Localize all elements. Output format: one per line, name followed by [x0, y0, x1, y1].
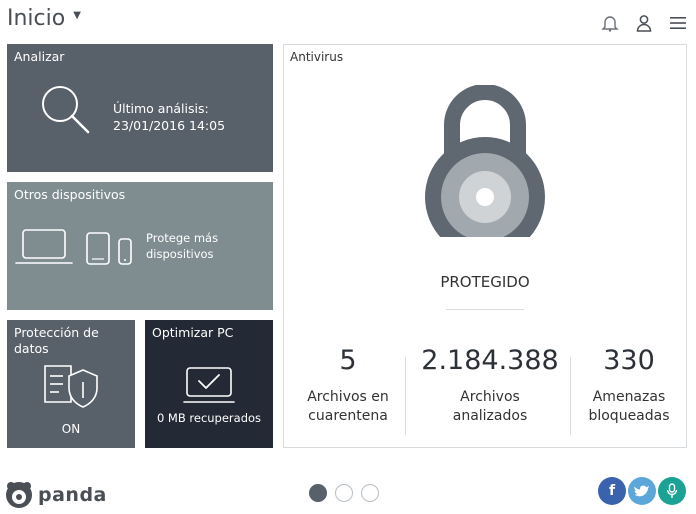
tile-optimizar-title: Optimizar PC — [152, 325, 234, 340]
tile-otros-title: Otros dispositivos — [14, 187, 126, 202]
page-dot-1[interactable] — [309, 484, 327, 502]
tile-proteccion-datos[interactable]: Protección de datos ON — [7, 320, 135, 448]
last-scan-label: Último análisis: — [113, 101, 209, 116]
social-links: f — [598, 477, 686, 505]
caret-down-icon: ▼ — [73, 10, 81, 21]
stat-label: Archivos en cuarentena — [292, 388, 404, 426]
antivirus-title: Antivirus — [290, 50, 344, 64]
stat-label-line1: Archivos en — [307, 389, 389, 405]
stat-separator — [405, 357, 406, 435]
user-icon[interactable] — [634, 13, 654, 33]
antivirus-stats: 5 Archivos en cuarentena 2.184.388 Archi… — [284, 345, 686, 435]
tile-analizar[interactable]: Analizar Último análisis: 23/01/2016 14:… — [7, 44, 273, 172]
stat-value: 2.184.388 — [421, 345, 559, 376]
stat-label-line1: Amenazas — [592, 389, 666, 405]
stat-blocked[interactable]: 330 Amenazas bloqueadas — [574, 345, 684, 426]
last-scan-info: Último análisis: 23/01/2016 14:05 — [113, 100, 225, 134]
page-dot-2[interactable] — [335, 484, 353, 502]
last-scan-date: 23/01/2016 14:05 — [113, 118, 226, 133]
microphone-icon[interactable] — [658, 477, 686, 505]
stat-label-line2: analizados — [452, 408, 528, 424]
panda-logo: panda — [4, 480, 107, 510]
divider — [446, 309, 524, 310]
lock-icon — [425, 85, 545, 237]
panda-logo-icon — [6, 482, 32, 508]
search-icon — [42, 86, 90, 134]
protect-devices-info: Protege más dispositivos — [146, 230, 218, 262]
menu-icon[interactable] — [668, 13, 688, 33]
data-shield-icon — [44, 365, 98, 408]
optimize-pc-icon — [183, 367, 235, 403]
devices-icon — [15, 229, 132, 265]
optimize-status: 0 MB recuperados — [156, 411, 262, 425]
protection-state: PROTEGIDO — [440, 273, 530, 291]
stat-label-line2: bloqueadas — [588, 408, 670, 424]
stat-value: 330 — [603, 345, 655, 376]
stat-label: Amenazas bloqueadas — [574, 388, 684, 426]
tile-analizar-title: Analizar — [14, 49, 65, 64]
stat-quarantine[interactable]: 5 Archivos en cuarentena — [292, 345, 404, 426]
tile-otros-dispositivos[interactable]: Otros dispositivos Protege más dispositi… — [7, 182, 273, 310]
tile-optimizar-pc[interactable]: Optimizar PC 0 MB recuperados — [145, 320, 273, 448]
header-icons — [600, 13, 688, 33]
page-indicator — [309, 484, 379, 502]
facebook-icon[interactable]: f — [598, 477, 626, 505]
stat-label: Archivos analizados — [412, 388, 568, 426]
notification-icon[interactable] — [600, 13, 620, 33]
header: Inicio ▼ — [0, 0, 696, 42]
stat-value: 5 — [339, 345, 357, 376]
antivirus-panel[interactable]: Antivirus PROTEGIDO 5 Archivos en cuaren… — [283, 44, 687, 448]
data-protection-status: ON — [61, 422, 81, 436]
page-dot-3[interactable] — [361, 484, 379, 502]
brand-name: panda — [38, 484, 107, 506]
tile-proteccion-title: Protección de datos — [14, 325, 99, 356]
protect-devices-line2: dispositivos — [146, 247, 214, 261]
page-title-dropdown[interactable]: Inicio ▼ — [7, 6, 81, 31]
stat-separator — [570, 357, 571, 435]
page-title: Inicio — [7, 6, 66, 31]
protect-devices-line1: Protege más — [146, 231, 219, 245]
stat-label-line2: cuarentena — [308, 408, 388, 424]
stat-analyzed[interactable]: 2.184.388 Archivos analizados — [412, 345, 568, 426]
twitter-icon[interactable] — [628, 477, 656, 505]
stat-label-line1: Archivos — [460, 389, 520, 405]
